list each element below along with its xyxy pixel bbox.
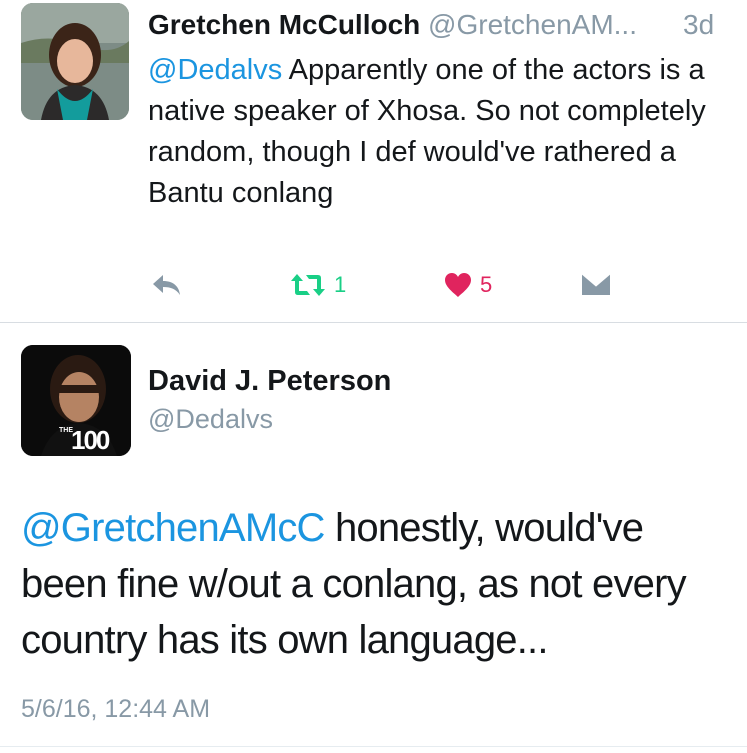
tweet-timestamp[interactable]: 5/6/16, 12:44 AM xyxy=(21,693,210,725)
mention-link[interactable]: @GretchenAMcC xyxy=(21,506,325,550)
retweet-count: 1 xyxy=(334,272,347,297)
tweet-actions: 1 5 xyxy=(0,268,747,308)
like-count: 5 xyxy=(480,272,493,297)
tweet-time[interactable]: 3d xyxy=(683,8,714,42)
avatar-badge: 100 xyxy=(71,425,110,455)
mention-link[interactable]: @Dedalvs xyxy=(148,54,282,86)
reply-button[interactable] xyxy=(150,272,184,298)
like-button[interactable]: 5 xyxy=(444,270,492,300)
envelope-icon xyxy=(581,272,611,295)
retweet-icon xyxy=(291,274,325,296)
author-name[interactable]: Gretchen McCulloch xyxy=(148,9,420,40)
avatar-peterson-photo: THE 100 xyxy=(21,345,131,456)
author-handle[interactable]: @Dedalvs xyxy=(148,402,273,436)
tweet-text: @GretchenAMcC honestly, would've been fi… xyxy=(21,500,731,668)
avatar-gretchen[interactable] xyxy=(21,3,129,120)
direct-message-button[interactable] xyxy=(581,272,611,296)
tweet-text: @Dedalvs Apparently one of the actors is… xyxy=(148,50,728,214)
tweet-gretchen[interactable]: Gretchen McCulloch @GretchenAM... 3d @De… xyxy=(0,0,747,322)
author-name[interactable]: David J. Peterson xyxy=(148,363,391,399)
avatar-gretchen-photo xyxy=(21,3,129,120)
avatar-peterson[interactable]: THE 100 xyxy=(21,345,131,456)
author-handle[interactable]: @GretchenAM... xyxy=(428,9,637,40)
tweet-divider xyxy=(0,322,747,323)
reply-icon xyxy=(153,275,180,295)
bottom-divider xyxy=(0,746,747,747)
heart-icon xyxy=(445,273,471,297)
tweet-header: Gretchen McCulloch @GretchenAM... xyxy=(148,8,637,42)
retweet-button[interactable]: 1 xyxy=(290,270,346,300)
